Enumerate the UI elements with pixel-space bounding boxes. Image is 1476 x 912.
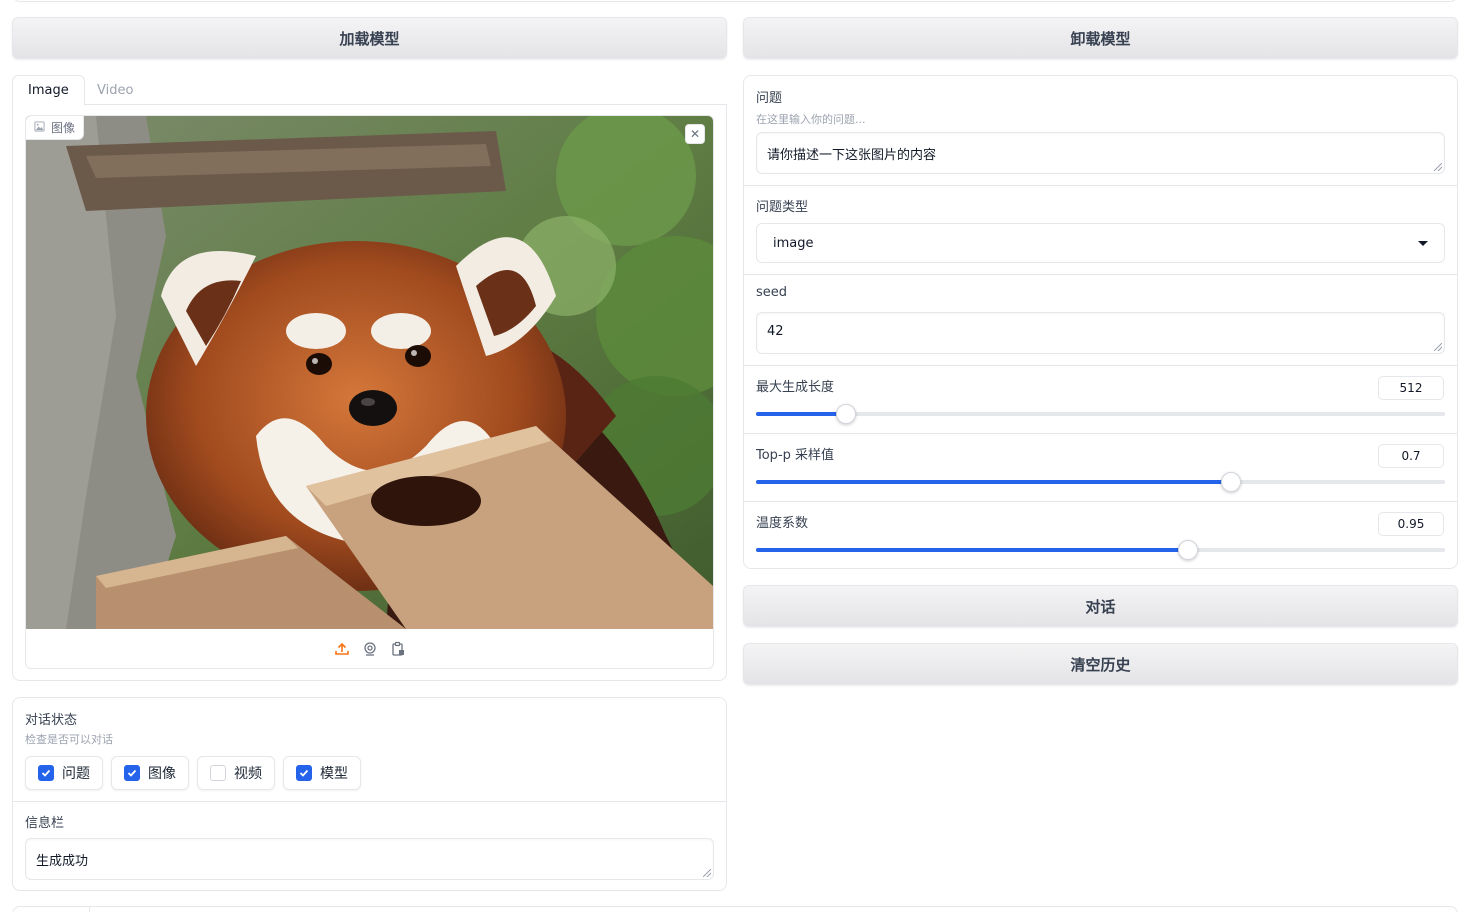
status-checkbox-group: 问题 图像 视频 模型: [25, 756, 361, 790]
question-type-label: 问题类型: [756, 200, 809, 215]
input-tabs: Image Video 图像 ✕: [12, 75, 727, 681]
question-input[interactable]: 请你描述一下这张图片的内容: [756, 132, 1445, 174]
top-p-slider-block: Top-p 采样值 0.7: [744, 434, 1457, 501]
question-type-select[interactable]: image: [756, 223, 1445, 263]
info-bar-value: 生成成功: [36, 854, 89, 869]
max-length-label: 最大生成长度: [756, 380, 835, 395]
check-label: 视频: [234, 766, 262, 782]
red-panda-photo: [26, 116, 713, 629]
check-video[interactable]: 视频: [197, 756, 275, 790]
checkbox-unchecked[interactable]: [210, 765, 226, 781]
question-label: 问题: [756, 91, 783, 106]
clear-image-button[interactable]: ✕: [685, 124, 705, 144]
max-length-slider[interactable]: [756, 404, 1445, 424]
max-length-slider-block: 最大生成长度 512: [744, 366, 1457, 433]
slider-thumb[interactable]: [1178, 540, 1198, 560]
unload-model-button[interactable]: 卸载模型: [743, 17, 1458, 59]
divider: [89, 907, 90, 912]
checkbox-checked[interactable]: [38, 765, 54, 781]
resize-handle[interactable]: [1434, 343, 1442, 351]
params-panel: 问题 在这里输入你的问题... 请你描述一下这张图片的内容 问题类型 image…: [743, 75, 1458, 569]
question-value: 请你描述一下这张图片的内容: [767, 148, 937, 163]
check-question[interactable]: 问题: [25, 756, 103, 790]
image-source-bar: [26, 629, 713, 668]
status-label: 对话状态: [25, 713, 78, 728]
image-input-label: 图像: [26, 116, 85, 140]
check-model[interactable]: 模型: [283, 756, 361, 790]
check-label: 问题: [62, 766, 90, 782]
slider-thumb[interactable]: [1221, 472, 1242, 492]
divider: [13, 801, 726, 802]
resize-handle[interactable]: [703, 869, 711, 877]
temperature-slider-block: 温度系数 0.95: [744, 502, 1457, 569]
temperature-label: 温度系数: [756, 516, 809, 531]
question-type-value: image: [773, 235, 814, 251]
slider-fill: [756, 548, 1188, 552]
check-label: 模型: [320, 766, 348, 782]
clear-history-button[interactable]: 清空历史: [743, 643, 1458, 685]
temperature-number[interactable]: 0.95: [1378, 512, 1444, 536]
tab-video[interactable]: Video: [82, 75, 148, 106]
top-p-number[interactable]: 0.7: [1378, 444, 1444, 468]
dropdown-caret-icon: [1418, 240, 1428, 246]
question-info: 在这里输入你的问题...: [756, 113, 866, 126]
checkbox-checked[interactable]: [296, 765, 312, 781]
info-bar-field[interactable]: 生成成功: [25, 838, 714, 880]
tab-bar: Image Video: [12, 75, 727, 106]
checkbox-checked[interactable]: [124, 765, 140, 781]
seed-value: 42: [767, 324, 784, 339]
seed-input[interactable]: 42: [756, 312, 1445, 354]
top-p-label: Top-p 采样值: [756, 448, 835, 463]
seed-label: seed: [756, 285, 788, 300]
image-label-text: 图像: [51, 121, 76, 135]
resize-handle[interactable]: [1434, 163, 1442, 171]
slider-fill: [756, 480, 1232, 484]
image-input[interactable]: 图像 ✕: [25, 115, 714, 669]
question-type-block: 问题类型 image: [744, 186, 1457, 274]
slider-thumb[interactable]: [835, 404, 856, 424]
upload-icon[interactable]: [333, 640, 351, 658]
chat-button[interactable]: 对话: [743, 585, 1458, 627]
clipboard-icon[interactable]: [389, 640, 407, 658]
bottom-panel-edge: [12, 906, 1458, 912]
tab-image[interactable]: Image: [12, 75, 85, 106]
slider-fill: [756, 412, 846, 416]
top-p-slider[interactable]: [756, 472, 1445, 492]
check-label: 图像: [148, 766, 176, 782]
seed-block: seed 42: [744, 275, 1457, 365]
webcam-icon[interactable]: [361, 640, 379, 658]
max-length-number[interactable]: 512: [1378, 376, 1444, 400]
question-block: 问题 在这里输入你的问题... 请你描述一下这张图片的内容: [744, 76, 1457, 185]
load-model-button[interactable]: 加载模型: [12, 17, 727, 59]
close-icon: ✕: [689, 127, 701, 141]
image-tab-panel: 图像 ✕: [12, 105, 727, 681]
info-bar-label: 信息栏: [25, 816, 65, 831]
image-icon: [34, 120, 45, 135]
top-panel-edge: [12, 0, 1458, 2]
temperature-slider[interactable]: [756, 540, 1445, 560]
check-image[interactable]: 图像: [111, 756, 189, 790]
status-panel: 对话状态 检查是否可以对话 问题 图像 视频 模型 信息栏 生成成功: [12, 697, 727, 891]
status-info: 检查是否可以对话: [25, 733, 113, 746]
